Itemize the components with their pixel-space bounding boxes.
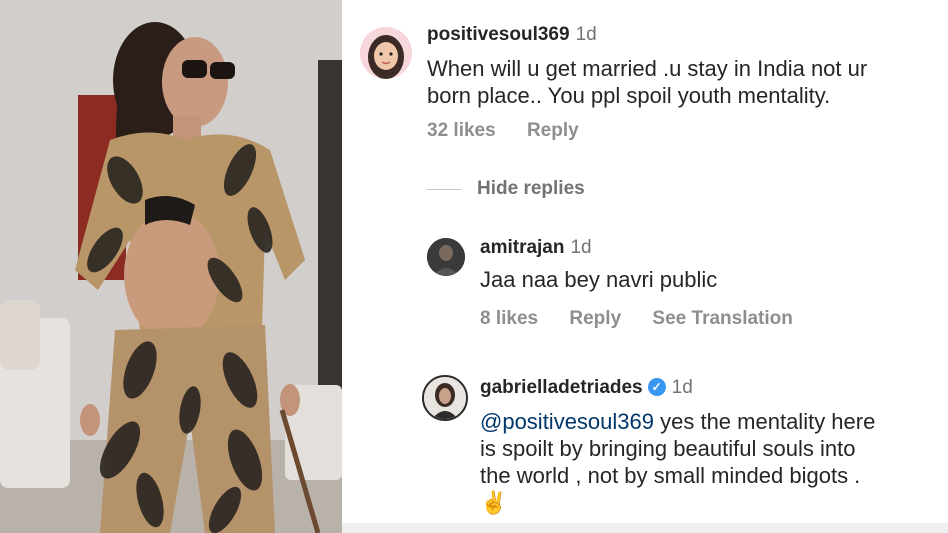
likes-count[interactable]: 8 likes [480,308,538,329]
victory-hand-emoji: ✌ [480,490,508,515]
reply-button[interactable]: Reply [569,308,621,329]
avatar[interactable] [360,27,412,79]
reply-text-fragment: yes the mentality here [654,409,876,434]
avatar-woman-icon [424,377,466,419]
post-photo [0,0,342,533]
avatar[interactable] [422,375,468,421]
reply-username[interactable]: amitrajan 1d [480,237,592,259]
username-text[interactable]: amitrajan [480,237,564,258]
comment-text-line: When will u get married .u stay in India… [427,56,868,81]
avatar[interactable] [427,238,465,276]
mention-link[interactable]: @positivesoul369 [480,409,654,434]
comment-text: When will u get married .u stay in India… [427,55,937,109]
username-text[interactable]: positivesoul369 [427,24,570,45]
likes-count[interactable]: 32 likes [427,120,496,141]
avatar-dark-icon [427,238,465,276]
comment-time: 1d [575,24,597,45]
reply-time: 1d [570,237,592,258]
hide-replies-button[interactable]: Hide replies [477,178,585,200]
reply-time: 1d [671,377,693,398]
reply-button[interactable]: Reply [527,120,579,141]
reply-text-line: the world , not by small minded bigots . [480,463,861,488]
avatar-girl-icon [360,27,412,79]
panel-bottom-edge [342,523,948,533]
verified-badge-icon: ✓ [647,378,666,396]
replies-divider [427,189,461,190]
reply-text: Jaa naa bey navri public [480,267,718,292]
reply-meta: 8 likes Reply See Translation [480,308,819,330]
reply-text-line: is spoilt by bringing beautiful souls in… [480,436,856,461]
reply-username[interactable]: gabrielladetriades ✓ 1d [480,377,693,399]
reply-text-line: @positivesoul369 yes the mentality here [480,408,940,435]
comment-text-line: born place.. You ppl spoil youth mentali… [427,83,831,108]
reply-text: @positivesoul369 yes the mentality here … [480,408,940,516]
see-translation-button[interactable]: See Translation [652,308,792,329]
woman-in-patterned-outfit-image [0,0,342,533]
comment-username[interactable]: positivesoul369 1d [427,24,597,46]
comment-meta: 32 likes Reply [427,120,605,142]
comments-panel: positivesoul369 1d When will u get marrie… [342,0,948,533]
username-text[interactable]: gabrielladetriades [480,377,643,398]
